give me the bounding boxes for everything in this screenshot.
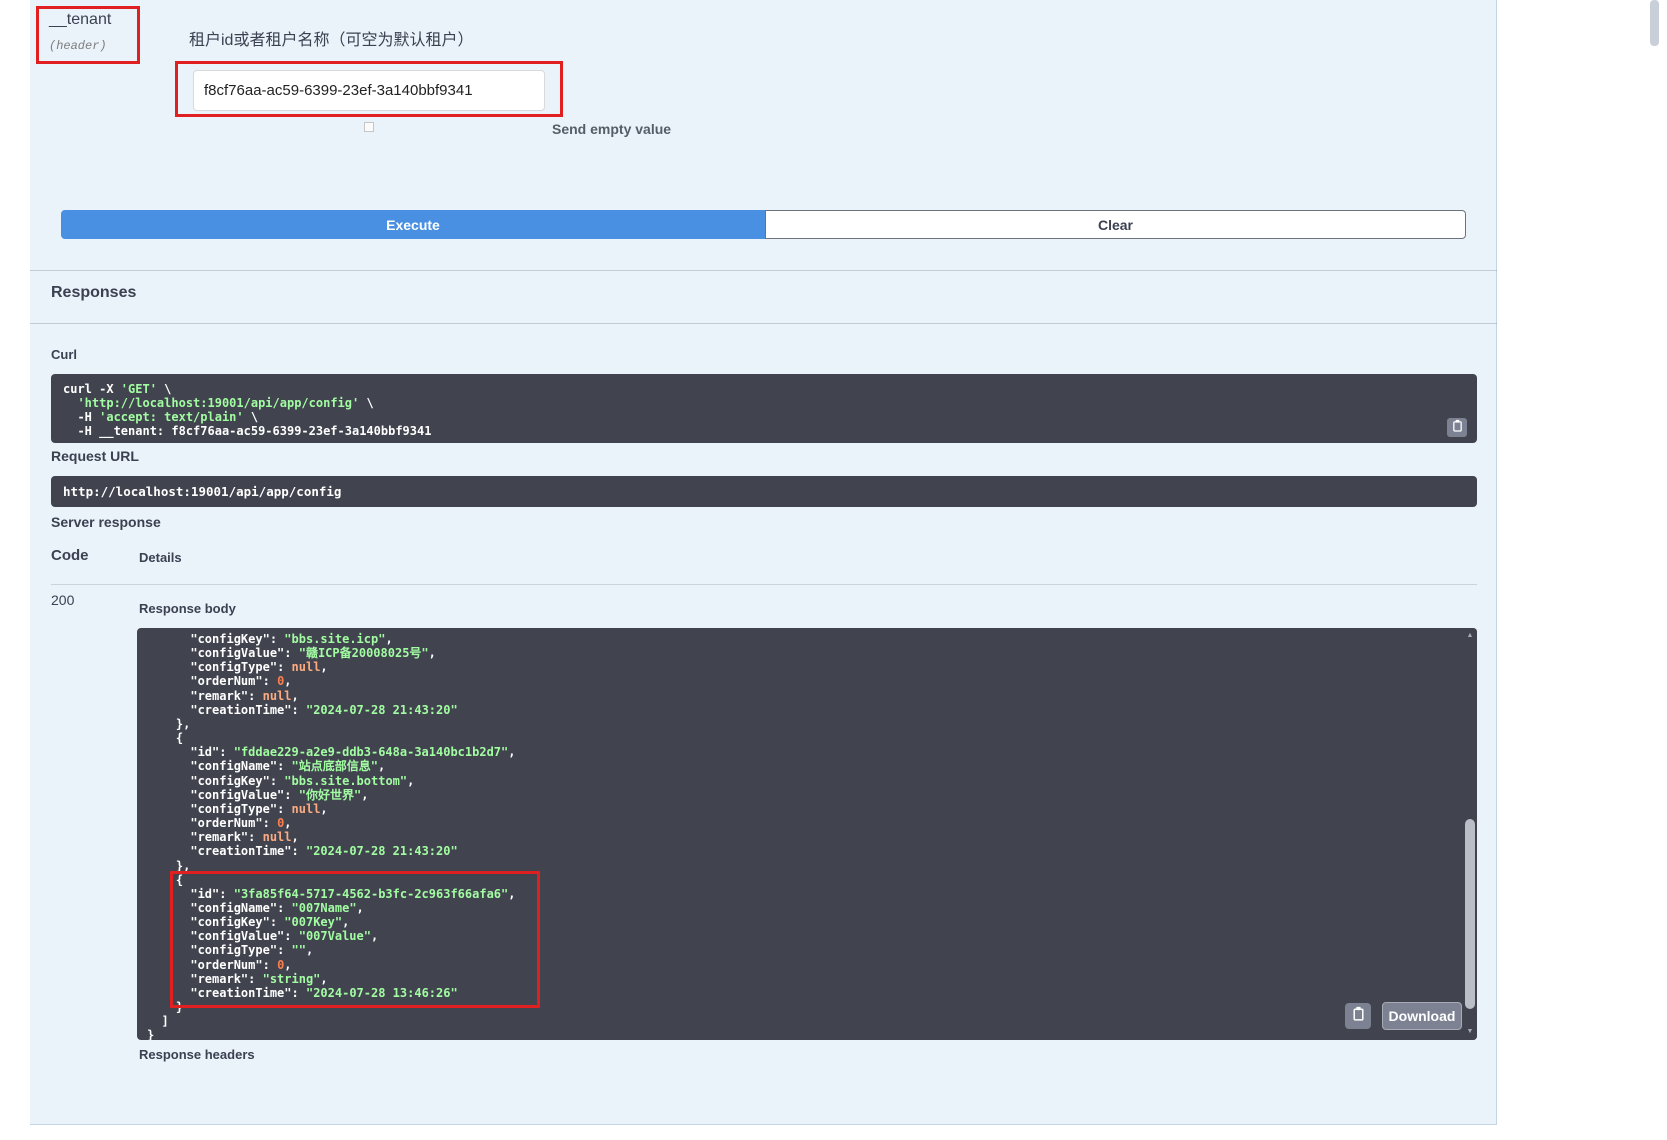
send-empty-checkbox[interactable] <box>364 122 374 132</box>
parameter-description: 租户id或者租户名称（可空为默认租户） <box>189 26 473 50</box>
divider <box>30 323 1497 324</box>
response-body-scrollbar[interactable]: ▲ ▼ <box>1463 628 1477 1040</box>
request-url-value: http://localhost:19001/api/app/config <box>63 484 341 499</box>
curl-copy-button[interactable] <box>1447 418 1467 437</box>
response-body-label: Response body <box>139 601 236 616</box>
send-empty-label: Send empty value <box>552 121 671 137</box>
response-body-json: "configKey": "bbs.site.icp", "configValu… <box>137 628 1463 1040</box>
request-url-block: http://localhost:19001/api/app/config <box>51 476 1477 507</box>
tenant-input[interactable] <box>193 70 545 111</box>
details-column-header: Details <box>139 550 182 565</box>
parameter-name: __tenant <box>49 11 111 29</box>
scrollbar-thumb[interactable] <box>1465 819 1475 1009</box>
curl-label: Curl <box>51 347 77 362</box>
status-code: 200 <box>51 592 74 608</box>
request-url-label: Request URL <box>51 448 139 464</box>
page: __tenant (header) 租户id或者租户名称（可空为默认租户） Se… <box>0 0 1667 1140</box>
responses-section-title: Responses <box>51 284 136 302</box>
page-scrollbar-thumb[interactable] <box>1650 0 1659 46</box>
clear-button[interactable]: Clear <box>765 210 1466 239</box>
response-headers-label: Response headers <box>139 1047 255 1062</box>
code-column-header: Code <box>51 547 89 564</box>
copy-icon <box>1452 419 1463 437</box>
server-response-label: Server response <box>51 514 161 530</box>
divider <box>30 270 1497 271</box>
response-copy-button[interactable] <box>1345 1003 1371 1029</box>
divider <box>51 584 1477 585</box>
download-button[interactable]: Download <box>1382 1002 1462 1030</box>
opblock-body: __tenant (header) 租户id或者租户名称（可空为默认租户） Se… <box>30 0 1497 1125</box>
response-body-block: "configKey": "bbs.site.icp", "configValu… <box>137 628 1477 1040</box>
parameter-location: (header) <box>49 39 107 53</box>
scroll-up-icon[interactable]: ▲ <box>1463 630 1477 642</box>
scroll-down-icon[interactable]: ▼ <box>1463 1026 1477 1038</box>
execute-button[interactable]: Execute <box>61 210 765 239</box>
curl-code-block: curl -X 'GET' \ 'http://localhost:19001/… <box>51 374 1477 443</box>
copy-icon <box>1352 1006 1365 1026</box>
